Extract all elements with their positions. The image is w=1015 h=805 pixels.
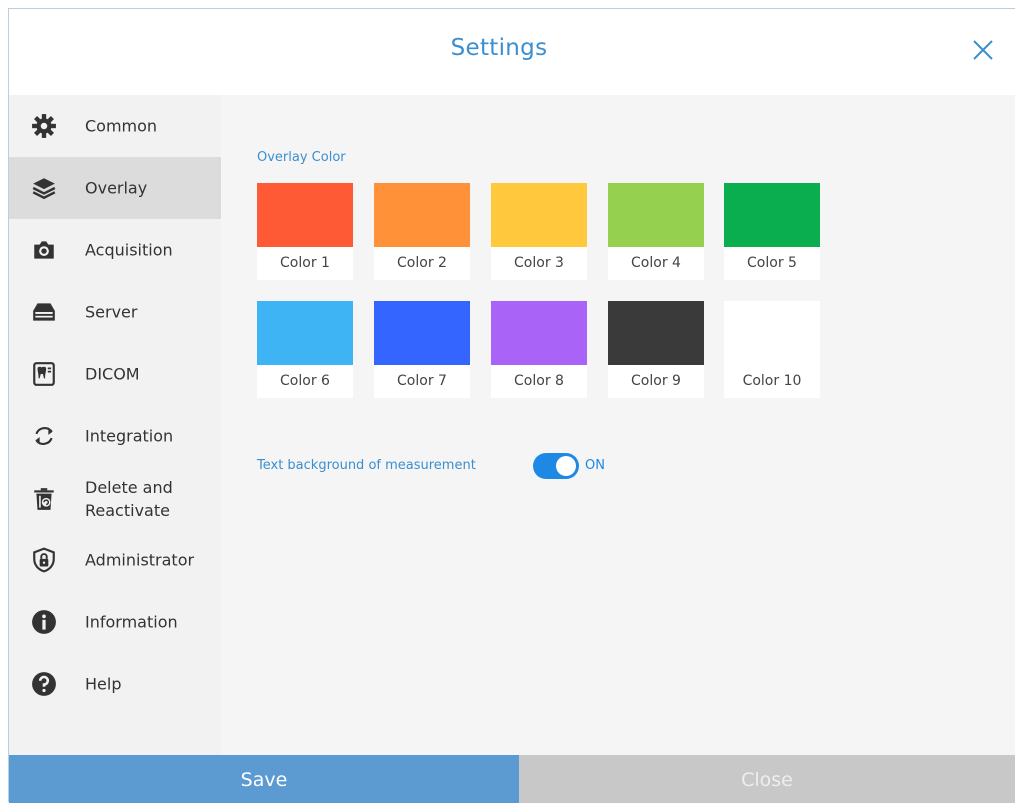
server-icon	[33, 303, 55, 321]
text-background-toggle[interactable]	[533, 453, 579, 479]
close-button[interactable]: Close	[519, 755, 1015, 803]
sidebar-item-label: Overlay	[85, 178, 148, 198]
sidebar-item-label: DICOM	[85, 364, 140, 384]
color-swatch-1[interactable]: Color 1	[257, 183, 353, 280]
shield-lock-icon	[33, 547, 55, 573]
toggle-knob	[556, 456, 576, 476]
swatch-fill	[491, 183, 587, 247]
swatch-fill	[608, 301, 704, 365]
overlay-color-label: Overlay Color	[257, 150, 346, 165]
swatch-label: Color 3	[514, 255, 564, 271]
swatch-fill	[374, 183, 470, 247]
swatch-label: Color 7	[397, 373, 447, 389]
sidebar-item-help[interactable]: Help	[9, 653, 221, 715]
swatch-label: Color 5	[747, 255, 797, 271]
sidebar-item-administrator[interactable]: Administrator	[9, 529, 221, 591]
sidebar-item-label: Administrator	[85, 550, 195, 570]
sidebar-item-label: Information	[85, 612, 178, 632]
swatch-label: Color 10	[742, 373, 802, 389]
swatch-label: Color 8	[514, 373, 564, 389]
sidebar-item-label: Integration	[85, 426, 174, 446]
swatch-label: Color 4	[631, 255, 681, 271]
swatch-fill	[257, 301, 353, 365]
sidebar-item-delete-reactivate[interactable]: Delete and Reactivate	[9, 467, 221, 531]
swatch-label: Color 6	[280, 373, 330, 389]
color-swatch-7[interactable]: Color 7	[374, 301, 470, 398]
swatch-fill	[374, 301, 470, 365]
dialog-header: Settings	[9, 9, 1015, 95]
swatch-fill	[724, 301, 820, 365]
swatch-fill	[491, 301, 587, 365]
help-icon	[32, 672, 56, 696]
toggle-state-text: ON	[585, 458, 605, 473]
sidebar-item-common[interactable]: Common	[9, 95, 221, 157]
color-swatch-2[interactable]: Color 2	[374, 183, 470, 280]
trash-restore-icon	[34, 488, 54, 510]
dialog-footer: Save Close	[9, 755, 1015, 803]
sidebar-item-dicom[interactable]: DICOM	[9, 343, 221, 405]
sync-icon	[35, 427, 53, 445]
color-swatch-3[interactable]: Color 3	[491, 183, 587, 280]
sidebar-item-integration[interactable]: Integration	[9, 405, 221, 467]
layers-icon	[32, 178, 56, 199]
info-icon	[32, 610, 56, 634]
overlay-settings-panel: Overlay Color Color 1 Color 2 Color 3 Co…	[221, 95, 1015, 755]
dicom-tooth-icon	[33, 362, 55, 386]
sidebar-item-overlay[interactable]: Overlay	[9, 157, 221, 219]
color-swatch-4[interactable]: Color 4	[608, 183, 704, 280]
gear-icon	[32, 114, 56, 138]
color-swatch-9[interactable]: Color 9	[608, 301, 704, 398]
swatch-label: Color 2	[397, 255, 447, 271]
save-button[interactable]: Save	[9, 755, 519, 803]
sidebar-item-acquisition[interactable]: Acquisition	[9, 219, 221, 281]
close-icon[interactable]	[972, 39, 994, 61]
color-swatch-8[interactable]: Color 8	[491, 301, 587, 398]
swatch-label: Color 1	[280, 255, 330, 271]
dialog-title: Settings	[450, 35, 548, 61]
swatch-label: Color 9	[631, 373, 681, 389]
text-background-label: Text background of measurement	[257, 458, 476, 473]
color-swatch-5[interactable]: Color 5	[724, 183, 820, 280]
sidebar-item-label: Server	[85, 302, 138, 322]
sidebar-item-label: Common	[85, 116, 158, 136]
sidebar-item-label: Delete and Reactivate	[85, 478, 173, 520]
sidebar-item-information[interactable]: Information	[9, 591, 221, 653]
sidebar-item-server[interactable]: Server	[9, 281, 221, 343]
swatch-fill	[724, 183, 820, 247]
color-swatch-6[interactable]: Color 6	[257, 301, 353, 398]
sidebar-item-label: Help	[85, 674, 122, 694]
swatch-fill	[608, 183, 704, 247]
settings-dialog: Settings Common Overlay Acquisition Serv…	[8, 8, 1015, 803]
swatch-fill	[257, 183, 353, 247]
camera-icon	[34, 241, 54, 259]
color-swatch-10[interactable]: Color 10	[724, 301, 820, 398]
settings-sidebar: Common Overlay Acquisition Server DICOM …	[9, 95, 221, 755]
sidebar-item-label: Acquisition	[85, 240, 173, 260]
